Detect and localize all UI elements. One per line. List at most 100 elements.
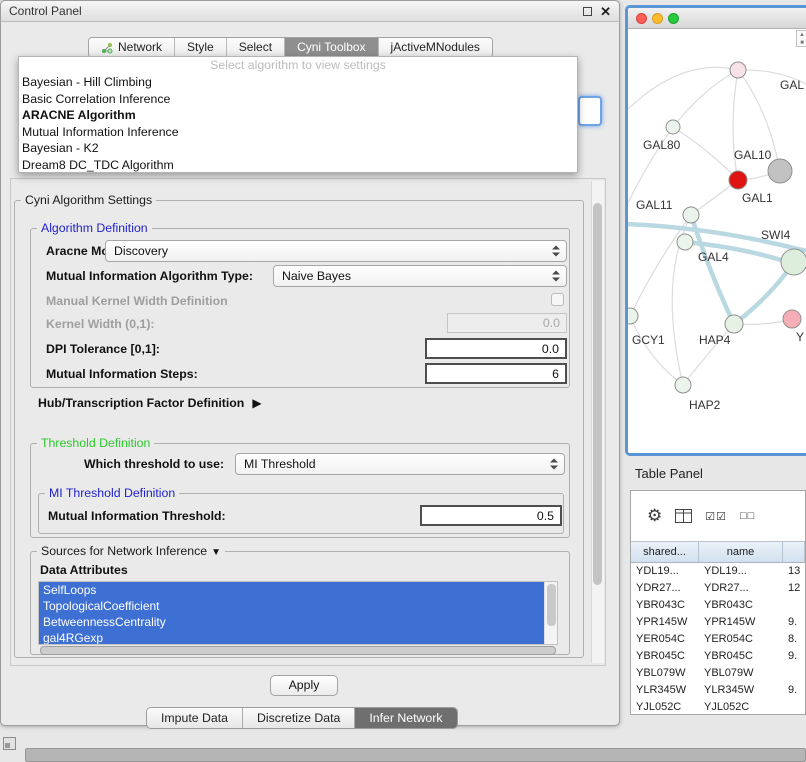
close-traffic-light[interactable] (636, 13, 647, 24)
network-canvas[interactable]: GALGAL80GAL10GAL11GAL1SWI4GAL4GCY1HAP4HA… (628, 29, 806, 453)
field-value: 0.0 (542, 342, 559, 356)
table-cell: YJL052C (699, 699, 783, 715)
tab-discretize-data[interactable]: Discretize Data (243, 708, 355, 728)
algorithm-menu-item[interactable]: ARACNE Algorithm (19, 107, 577, 124)
float-window-icon[interactable] (583, 7, 592, 16)
table-row[interactable]: YBR043CYBR043C (631, 597, 805, 614)
columns-icon[interactable] (675, 509, 692, 523)
kernel-width-field[interactable]: 0.0 (447, 313, 567, 333)
combo-value: Discovery (114, 244, 168, 258)
network-node[interactable] (675, 377, 691, 393)
table-row[interactable]: YDL19...YDL19...13 (631, 563, 805, 580)
table-cell: YER054C (699, 631, 783, 648)
mi-algorithm-type-combobox[interactable]: Naive Bayes (273, 265, 567, 287)
data-attributes-list[interactable]: SelfLoopsTopologicalCoefficientBetweenne… (38, 581, 558, 645)
aracne-mode-combobox[interactable]: Discovery (105, 240, 567, 262)
network-window-titlebar[interactable] (628, 8, 806, 29)
grip-inner-square (5, 743, 10, 748)
control-panel-titlebar[interactable]: Control Panel ✕ (0, 0, 620, 22)
algorithm-menu-item[interactable]: Mutual Information Inference (19, 124, 577, 141)
network-node[interactable] (725, 315, 743, 333)
field-value: 6 (552, 367, 559, 381)
table-row[interactable]: YER054CYER054C8. (631, 631, 805, 648)
table-row[interactable]: YPR145WYPR145W9. (631, 614, 805, 631)
canvas-scrollbar-fragment[interactable]: ▲■ (796, 30, 806, 47)
table-row[interactable]: YBR045CYBR045C9. (631, 648, 805, 665)
minimize-traffic-light[interactable] (652, 13, 663, 24)
tab-network[interactable]: Network (89, 38, 175, 57)
apply-button[interactable]: Apply (270, 675, 338, 696)
select-all-checks-icon[interactable]: ☑☑ (705, 510, 727, 523)
mi-threshold-field[interactable]: 0.5 (420, 505, 562, 526)
data-attribute-item[interactable]: SelfLoops (39, 582, 544, 598)
network-edge (630, 316, 683, 385)
list-vertical-scrollbar[interactable] (544, 582, 557, 644)
tab-label: Network (118, 38, 162, 57)
table-cell: YBR045C (699, 648, 783, 665)
network-edge (733, 70, 738, 180)
hub-definition-section[interactable]: Hub/Transcription Factor Definition ▶ (38, 396, 262, 410)
table-row[interactable]: YDR27...YDR27...12 (631, 580, 805, 597)
panel-grip-icon[interactable] (3, 737, 16, 750)
combo-value: MI Threshold (244, 457, 316, 471)
table-row[interactable]: YBL079WYBL079W (631, 665, 805, 682)
list-scrollbar-thumb[interactable] (547, 584, 556, 626)
column-header-shared-name[interactable]: shared... (631, 542, 699, 562)
network-node[interactable] (729, 171, 747, 189)
dpi-tolerance-field[interactable]: 0.0 (425, 338, 567, 359)
network-node[interactable] (730, 62, 746, 78)
table-cell: YER054C (631, 631, 699, 648)
network-node-label: HAP2 (689, 398, 721, 412)
close-icon[interactable]: ✕ (600, 3, 611, 21)
network-node[interactable] (768, 159, 792, 183)
column-header-partial[interactable] (783, 542, 805, 562)
mi-steps-field[interactable]: 6 (425, 363, 567, 384)
tab-jactivemnodules[interactable]: jActiveMNodules (379, 38, 492, 57)
network-node[interactable] (783, 310, 801, 328)
algorithm-combobox-fragment[interactable] (578, 96, 602, 126)
list-horizontal-scrollbar[interactable] (40, 646, 556, 655)
data-attribute-item[interactable]: BetweennessCentrality (39, 614, 544, 630)
desktop: Control Panel ✕ Network Style Select Cyn… (0, 0, 806, 762)
manual-kernel-checkbox[interactable] (551, 293, 564, 306)
tab-infer-network[interactable]: Infer Network (355, 708, 456, 728)
settings-scrollbar-thumb[interactable] (593, 203, 602, 585)
algorithm-menu-item[interactable]: Bayesian - K2 (19, 140, 577, 157)
network-node[interactable] (683, 207, 699, 223)
mi-steps-label: Mutual Information Steps: (46, 367, 198, 381)
tab-impute-data[interactable]: Impute Data (147, 708, 243, 728)
network-node[interactable] (677, 234, 693, 250)
network-node-label: SWI4 (761, 228, 791, 242)
tab-style[interactable]: Style (175, 38, 227, 57)
network-node[interactable] (666, 120, 680, 134)
combo-value: Naive Bayes (282, 269, 351, 283)
data-attribute-item[interactable]: TopologicalCoefficient (39, 598, 544, 614)
kernel-width-label: Kernel Width (0,1): (46, 317, 155, 331)
table-toolbar: ⚙ ☑☑ □□ (631, 491, 805, 541)
network-node-label: GCY1 (632, 333, 665, 347)
table-cell: YBR043C (631, 597, 699, 614)
manual-kernel-label: Manual Kernel Width Definition (46, 294, 228, 308)
tab-select[interactable]: Select (227, 38, 285, 57)
network-node[interactable] (781, 249, 806, 275)
table-row[interactable]: YJL052CYJL052C (631, 699, 805, 715)
menu-placeholder: Select algorithm to view settings (19, 57, 577, 74)
network-node[interactable] (628, 308, 638, 324)
bottom-scrollbar[interactable] (25, 748, 806, 762)
network-icon (101, 42, 113, 54)
tab-cyni-toolbox[interactable]: Cyni Toolbox (285, 38, 378, 57)
group-title: Threshold Definition (37, 436, 154, 450)
algorithm-menu-item[interactable]: Bayesian - Hill Climbing (19, 74, 577, 91)
column-header-name[interactable]: name (699, 542, 783, 562)
data-attribute-item[interactable]: gal4RGexp (39, 630, 544, 645)
tab-label: Style (187, 38, 214, 57)
deselect-all-checks-icon[interactable]: □□ (740, 510, 755, 522)
zoom-traffic-light[interactable] (668, 13, 679, 24)
group-title[interactable]: Sources for Network Inference▼ (37, 544, 225, 558)
dpi-tolerance-label: DPI Tolerance [0,1]: (46, 342, 160, 356)
algorithm-menu-item[interactable]: Basic Correlation Inference (19, 91, 577, 108)
table-row[interactable]: YLR345WYLR345W9. (631, 682, 805, 699)
which-threshold-combobox[interactable]: MI Threshold (235, 453, 565, 475)
algorithm-menu-item[interactable]: Dream8 DC_TDC Algorithm (19, 157, 577, 174)
settings-gear-icon[interactable]: ⚙ (647, 506, 662, 526)
